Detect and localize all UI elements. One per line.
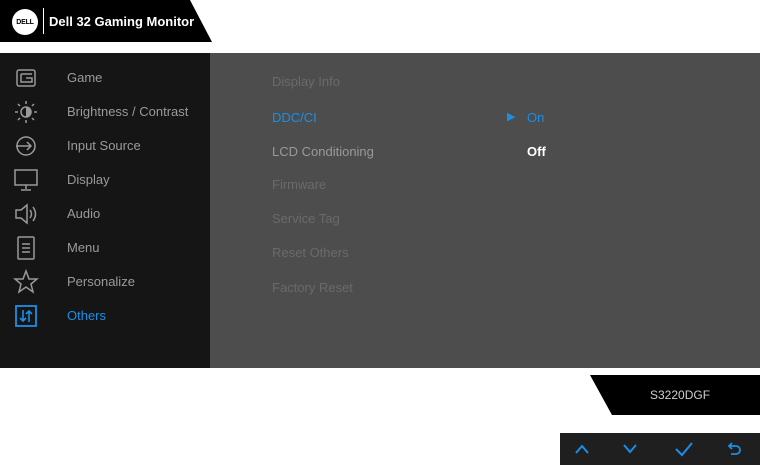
down-button[interactable] [610, 433, 650, 465]
sidebar-item-game[interactable]: Game [0, 62, 210, 94]
check-icon [675, 442, 693, 457]
sidebar-item-menu[interactable]: Menu [0, 232, 210, 264]
sidebar-item-label: Brightness / Contrast [67, 104, 189, 119]
brightness-icon [15, 101, 37, 123]
sidebar-item-label: Game [67, 70, 103, 85]
option-on[interactable]: On [527, 110, 544, 125]
selected-arrow-icon: ▶ [507, 111, 516, 123]
confirm-button[interactable] [664, 433, 704, 465]
sidebar-item-label: Input Source [67, 138, 141, 153]
up-chevron-icon [575, 444, 589, 454]
submenu-item-firmware[interactable]: Firmware [272, 177, 326, 192]
submenu-item-lcd-conditioning[interactable]: LCD Conditioning [272, 144, 374, 159]
sidebar-item-others[interactable]: Others [0, 300, 210, 332]
back-icon [727, 442, 741, 455]
sidebar-item-display[interactable]: Display [0, 164, 210, 196]
others-icon [15, 305, 37, 327]
down-chevron-icon [623, 444, 637, 454]
sidebar-item-brightness-contrast[interactable]: Brightness / Contrast [0, 96, 210, 128]
submenu-item-ddc-ci[interactable]: DDC/CI [272, 110, 317, 125]
nav-button-bar [560, 433, 760, 465]
model-name: S3220DGF [650, 388, 711, 402]
sidebar-item-label: Display [67, 172, 110, 187]
sidebar-item-label: Others [67, 308, 107, 323]
game-icon [16, 69, 36, 87]
sidebar: Game Brightness / Contrast Input Source … [0, 53, 210, 368]
monitor-title: Dell 32 Gaming Monitor [49, 14, 195, 29]
title-tab: DELL Dell 32 Gaming Monitor [0, 0, 212, 42]
logo-separator [43, 8, 44, 34]
dell-logo: DELL [12, 9, 38, 35]
menu-icon [17, 236, 35, 260]
input-source-icon [16, 136, 36, 156]
sidebar-item-label: Menu [67, 240, 100, 255]
submenu-item-display-info[interactable]: Display Info [272, 74, 340, 89]
sidebar-item-audio[interactable]: Audio [0, 198, 210, 230]
display-icon [14, 169, 38, 191]
sidebar-item-personalize[interactable]: Personalize [0, 266, 210, 298]
option-off[interactable]: Off [527, 144, 546, 159]
back-button[interactable] [715, 433, 755, 465]
sidebar-item-label: Audio [67, 206, 101, 221]
submenu-item-factory-reset[interactable]: Factory Reset [272, 280, 353, 295]
personalize-icon [13, 269, 39, 294]
others-panel: Display Info DDC/CI LCD Conditioning Fir… [210, 53, 760, 368]
submenu-item-reset-others[interactable]: Reset Others [272, 245, 349, 260]
sidebar-item-label: Personalize [67, 274, 135, 289]
audio-icon [15, 203, 37, 225]
up-button[interactable] [562, 433, 602, 465]
osd-menu: Game Brightness / Contrast Input Source … [0, 53, 760, 368]
sidebar-item-input-source[interactable]: Input Source [0, 130, 210, 162]
submenu-item-service-tag[interactable]: Service Tag [272, 211, 340, 226]
